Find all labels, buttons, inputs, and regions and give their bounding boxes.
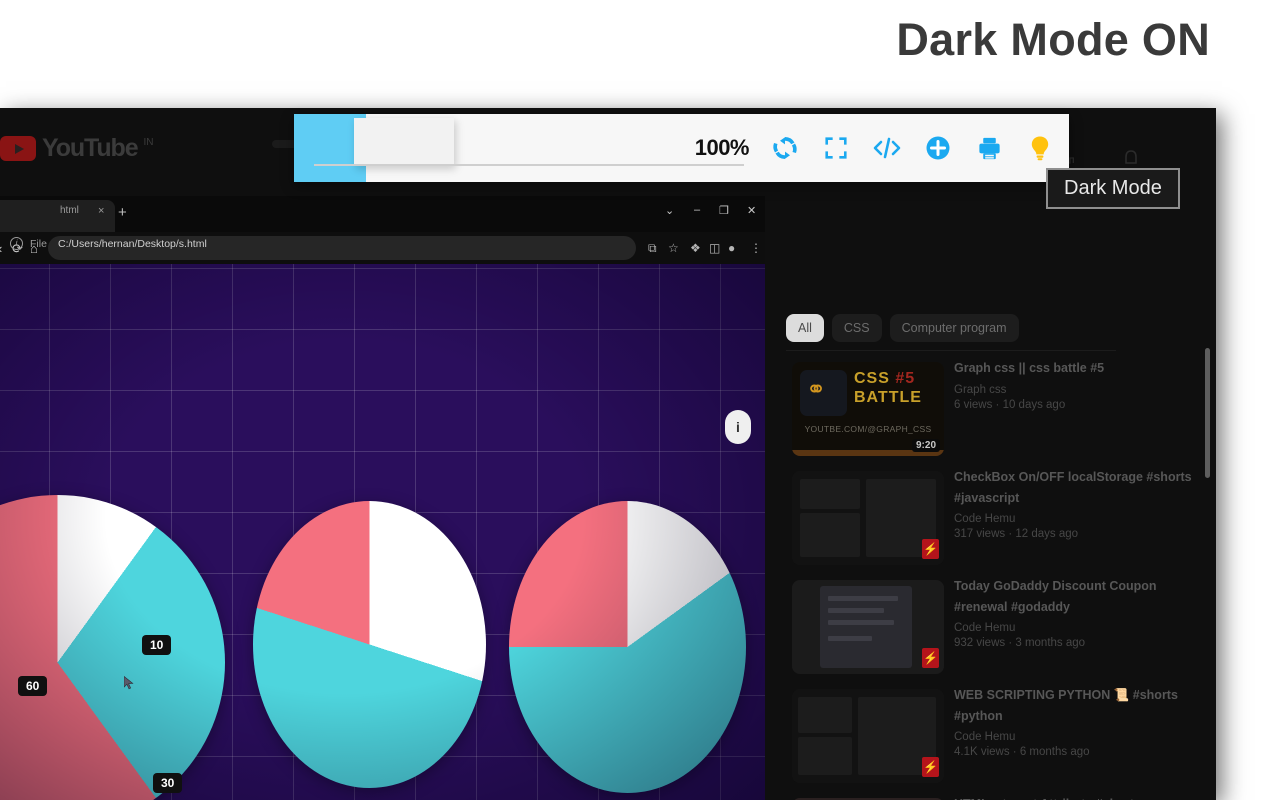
browser-menu-icon[interactable]: ⋮ <box>750 241 762 255</box>
list-item[interactable]: ⚡ CheckBox On/OFF localStorage #shorts #… <box>786 470 1206 580</box>
extensions-puzzle-icon[interactable]: ❖ <box>690 241 701 255</box>
lightbulb-icon[interactable] <box>1025 133 1055 163</box>
pie-chart-page: 60 10 30 <box>0 264 765 800</box>
browser-url-bar: ‹ ⟳ ⌂ i File C:/Users/hernan/Desktop/s.h… <box>0 232 765 264</box>
video-meta: 317 views · 12 days ago <box>954 528 1079 541</box>
video-title: HTML a target Attribute #shorts <box>954 794 1204 800</box>
sidebar-scrollbar[interactable] <box>1205 348 1210 800</box>
thumb-text-1: CSS #5 <box>854 370 916 387</box>
cursor-hover-badge: i <box>725 410 751 444</box>
plus-circle-icon[interactable] <box>923 133 953 163</box>
related-sidebar: All CSS Computer program ⚭ CSS #5 BATTLE… <box>786 306 1216 800</box>
floating-toolbar: 100% <box>294 114 1069 182</box>
scrollbar-thumb[interactable] <box>1205 348 1210 478</box>
chip-all[interactable]: All <box>786 314 824 342</box>
omnibox-url-text: C:/Users/hernan/Desktop/s.html <box>58 238 207 250</box>
zoom-level-label: 100% <box>694 135 750 160</box>
video-meta: 4.1K views · 6 months ago <box>954 746 1090 759</box>
screenshot-frame: YouTube IN html × + ⌄ – ❐ ✕ ⟳ ⌂ i File C… <box>0 108 1216 800</box>
toolbar-divider <box>314 164 744 166</box>
pie-slice-label-60: 60 <box>18 676 48 696</box>
youtube-logo-text: YouTube <box>42 134 139 162</box>
code-icon[interactable] <box>872 133 902 163</box>
mouse-cursor-icon <box>123 675 134 690</box>
video-meta: 932 views · 3 months ago <box>954 637 1086 650</box>
omnibox-scheme-label: File <box>30 238 47 250</box>
css-logo-icon: ⚭ <box>806 376 827 403</box>
chips-divider <box>786 350 1116 351</box>
youtube-country-code: IN <box>143 137 154 148</box>
pie-chart-1 <box>0 495 225 800</box>
tab-search-icon[interactable]: ⌄ <box>665 204 674 217</box>
chip-computer-program[interactable]: Computer program <box>889 314 1019 342</box>
video-title: Graph css || css battle #5 <box>954 361 1105 375</box>
page-title: Dark Mode ON <box>896 14 1210 65</box>
video-thumbnail[interactable]: ⚡ <box>792 580 944 674</box>
sidepanel-icon[interactable]: ◫ <box>709 241 720 255</box>
video-channel[interactable]: Graph css <box>954 384 1204 396</box>
video-channel[interactable]: Code Hemu <box>954 731 1204 743</box>
filter-chips: All CSS Computer program <box>786 314 1019 342</box>
print-icon[interactable] <box>974 133 1004 163</box>
fullscreen-icon[interactable] <box>821 133 851 163</box>
inner-browser-window: html × + ⌄ – ❐ ✕ ‹ ⟳ ⌂ i File C:/Users/h… <box>0 196 765 800</box>
dark-mode-tooltip: Dark Mode <box>1046 168 1180 209</box>
close-window-icon[interactable]: ✕ <box>747 204 756 217</box>
back-icon[interactable]: ‹ <box>0 241 2 256</box>
list-item[interactable]: ⚭ CSS #5 BATTLE YOUTBE.COM/@GRAPH_CSS 9:… <box>786 361 1206 471</box>
video-channel[interactable]: Code Hemu <box>954 622 1204 634</box>
list-item[interactable]: ⚡ WEB SCRIPTING PYTHON 📜 #shorts #python… <box>786 688 1206 798</box>
share-page-icon[interactable]: ⧉ <box>648 241 657 256</box>
new-tab-icon[interactable]: + <box>118 204 127 221</box>
pie-slice-label-30: 30 <box>153 773 183 793</box>
video-title: CheckBox On/OFF localStorage #shorts #ja… <box>954 470 1192 505</box>
video-thumbnail[interactable]: ⚭ CSS #5 BATTLE YOUTBE.COM/@GRAPH_CSS 9:… <box>792 362 944 456</box>
thumb-url: YOUTBE.COM/@GRAPH_CSS <box>804 424 932 434</box>
video-duration: 9:20 <box>911 439 940 452</box>
video-title: WEB SCRIPTING PYTHON 📜 #shorts #python <box>954 688 1178 723</box>
profile-avatar-icon[interactable]: ● <box>728 241 735 255</box>
pie-chart-3 <box>509 501 746 793</box>
pie-slice-label-10: 10 <box>142 635 172 655</box>
youtube-logo[interactable]: YouTube IN <box>0 136 154 161</box>
browser-tab-label: html <box>60 205 79 216</box>
toolbar-controls: 100% <box>695 114 1055 182</box>
thumb-text-2: BATTLE <box>854 389 922 406</box>
video-thumbnail[interactable]: ⚡ <box>792 471 944 565</box>
shorts-badge: ⚡ <box>922 539 939 559</box>
related-video-list: ⚭ CSS #5 BATTLE YOUTBE.COM/@GRAPH_CSS 9:… <box>786 361 1206 800</box>
banner: Dark Mode ON <box>0 0 1280 108</box>
list-item[interactable]: ⚡ Today GoDaddy Discount Coupon #renewal… <box>786 579 1206 689</box>
maximize-icon[interactable]: ❐ <box>719 204 729 217</box>
youtube-play-icon <box>0 136 36 161</box>
pie-chart-2 <box>253 501 486 788</box>
bookmark-star-icon[interactable]: ☆ <box>668 241 679 255</box>
video-meta: 6 views · 10 days ago <box>954 398 1066 411</box>
video-thumbnail[interactable]: ⚡ <box>792 689 944 783</box>
minimize-icon[interactable]: – <box>694 204 700 216</box>
browser-tab-strip: html × + ⌄ – ❐ ✕ <box>0 196 765 232</box>
chip-css[interactable]: CSS <box>831 314 882 342</box>
shorts-badge: ⚡ <box>922 648 939 668</box>
tab-close-icon[interactable]: × <box>98 205 104 217</box>
video-title: Today GoDaddy Discount Coupon #renewal #… <box>954 579 1157 614</box>
shorts-badge: ⚡ <box>922 757 939 777</box>
screenshot-root: Dark Mode ON YouTube IN html × + ⌄ – ❐ ✕… <box>0 0 1280 800</box>
toolbar-preview-block <box>354 118 454 166</box>
refresh-icon[interactable] <box>770 133 800 163</box>
video-channel[interactable]: Code Hemu <box>954 513 1204 525</box>
info-circle-icon[interactable]: i <box>10 237 23 250</box>
